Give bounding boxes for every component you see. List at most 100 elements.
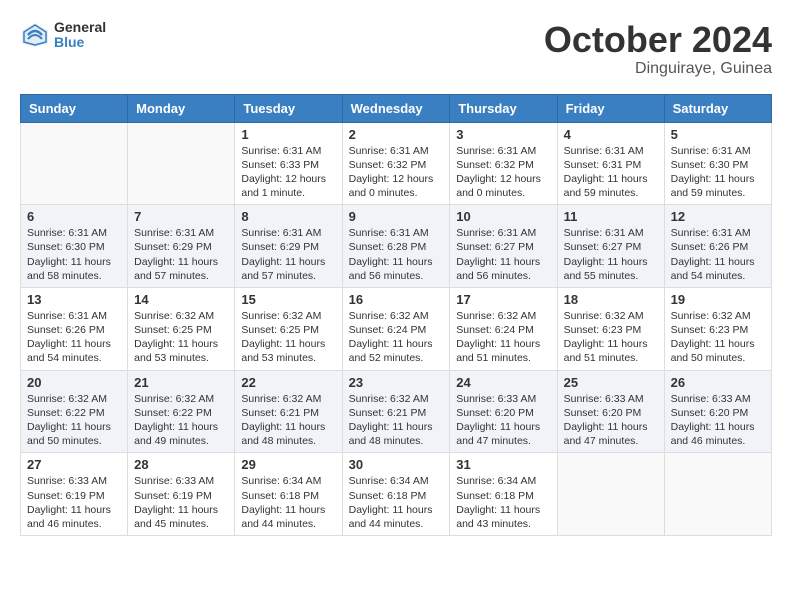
day-number: 11 [564, 209, 658, 224]
cell-text: Sunrise: 6:32 AM Sunset: 6:25 PM Dayligh… [134, 309, 228, 366]
day-number: 7 [134, 209, 228, 224]
logo-line2: Blue [54, 35, 106, 50]
cell-text: Sunrise: 6:34 AM Sunset: 6:18 PM Dayligh… [349, 474, 444, 531]
calendar-cell [557, 453, 664, 536]
cell-text: Sunrise: 6:33 AM Sunset: 6:19 PM Dayligh… [134, 474, 228, 531]
calendar-cell [21, 122, 128, 205]
cell-text: Sunrise: 6:31 AM Sunset: 6:29 PM Dayligh… [241, 226, 335, 283]
logo-icon [20, 21, 50, 49]
cell-text: Sunrise: 6:32 AM Sunset: 6:21 PM Dayligh… [349, 392, 444, 449]
logo-text: General Blue [54, 20, 106, 51]
day-number: 8 [241, 209, 335, 224]
cell-text: Sunrise: 6:31 AM Sunset: 6:26 PM Dayligh… [27, 309, 121, 366]
weekday-header: Saturday [664, 94, 771, 122]
cell-text: Sunrise: 6:33 AM Sunset: 6:19 PM Dayligh… [27, 474, 121, 531]
logo-line1: General [54, 20, 106, 35]
calendar-cell: 5Sunrise: 6:31 AM Sunset: 6:30 PM Daylig… [664, 122, 771, 205]
calendar-cell: 3 Sunrise: 6:31 AM Sunset: 6:32 PM Daylig… [450, 122, 557, 205]
cell-text: Sunrise: 6:32 AM Sunset: 6:24 PM Dayligh… [456, 309, 550, 366]
calendar-cell [128, 122, 235, 205]
calendar-week-row: 1 Sunrise: 6:31 AM Sunset: 6:33 PM Daylig… [21, 122, 772, 205]
day-number: 5 [671, 127, 765, 142]
calendar-cell: 30 Sunrise: 6:34 AM Sunset: 6:18 PM Dayli… [342, 453, 450, 536]
calendar-week-row: 6 Sunrise: 6:31 AM Sunset: 6:30 PM Daylig… [21, 205, 772, 288]
cell-text: Sunrise: 6:33 AM Sunset: 6:20 PM Dayligh… [671, 392, 765, 449]
weekday-header: Wednesday [342, 94, 450, 122]
calendar-cell: 15 Sunrise: 6:32 AM Sunset: 6:25 PM Dayli… [235, 287, 342, 370]
calendar-cell: 1 Sunrise: 6:31 AM Sunset: 6:33 PM Daylig… [235, 122, 342, 205]
page-header: General Blue October 2024 Dinguiraye, Gu… [20, 20, 772, 78]
calendar-cell: 6 Sunrise: 6:31 AM Sunset: 6:30 PM Daylig… [21, 205, 128, 288]
calendar-cell: 28 Sunrise: 6:33 AM Sunset: 6:19 PM Dayli… [128, 453, 235, 536]
calendar-table: SundayMondayTuesdayWednesdayThursdayFrid… [20, 94, 772, 536]
day-number: 12 [671, 209, 765, 224]
cell-text: Sunrise: 6:32 AM Sunset: 6:22 PM Dayligh… [134, 392, 228, 449]
calendar-cell: 26 Sunrise: 6:33 AM Sunset: 6:20 PM Dayli… [664, 370, 771, 453]
cell-text: Sunrise: 6:31 AM Sunset: 6:31 PM Dayligh… [564, 144, 658, 201]
day-number: 27 [27, 457, 121, 472]
calendar-cell: 12Sunrise: 6:31 AM Sunset: 6:26 PM Dayli… [664, 205, 771, 288]
calendar-cell: 14Sunrise: 6:32 AM Sunset: 6:25 PM Dayli… [128, 287, 235, 370]
cell-text: Sunrise: 6:32 AM Sunset: 6:24 PM Dayligh… [349, 309, 444, 366]
day-number: 24 [456, 375, 550, 390]
cell-text: Sunrise: 6:32 AM Sunset: 6:23 PM Dayligh… [564, 309, 658, 366]
weekday-header: Friday [557, 94, 664, 122]
weekday-header: Thursday [450, 94, 557, 122]
cell-text: Sunrise: 6:31 AM Sunset: 6:32 PM Dayligh… [349, 144, 444, 201]
cell-text: Sunrise: 6:31 AM Sunset: 6:28 PM Dayligh… [349, 226, 444, 283]
calendar-cell: 20Sunrise: 6:32 AM Sunset: 6:22 PM Dayli… [21, 370, 128, 453]
calendar-cell: 10Sunrise: 6:31 AM Sunset: 6:27 PM Dayli… [450, 205, 557, 288]
calendar-cell: 4 Sunrise: 6:31 AM Sunset: 6:31 PM Daylig… [557, 122, 664, 205]
calendar-cell: 7 Sunrise: 6:31 AM Sunset: 6:29 PM Daylig… [128, 205, 235, 288]
day-number: 6 [27, 209, 121, 224]
cell-text: Sunrise: 6:32 AM Sunset: 6:25 PM Dayligh… [241, 309, 335, 366]
day-number: 28 [134, 457, 228, 472]
calendar-cell: 25 Sunrise: 6:33 AM Sunset: 6:20 PM Dayli… [557, 370, 664, 453]
calendar-cell: 21 Sunrise: 6:32 AM Sunset: 6:22 PM Dayli… [128, 370, 235, 453]
day-number: 16 [349, 292, 444, 307]
day-number: 2 [349, 127, 444, 142]
location: Dinguiraye, Guinea [544, 60, 772, 78]
weekday-header: Monday [128, 94, 235, 122]
day-number: 10 [456, 209, 550, 224]
day-number: 23 [349, 375, 444, 390]
calendar-cell [664, 453, 771, 536]
cell-text: Sunrise: 6:34 AM Sunset: 6:18 PM Dayligh… [456, 474, 550, 531]
day-number: 21 [134, 375, 228, 390]
cell-text: Sunrise: 6:31 AM Sunset: 6:30 PM Dayligh… [27, 226, 121, 283]
day-number: 19 [671, 292, 765, 307]
cell-text: Sunrise: 6:33 AM Sunset: 6:20 PM Dayligh… [564, 392, 658, 449]
day-number: 25 [564, 375, 658, 390]
calendar-cell: 29Sunrise: 6:34 AM Sunset: 6:18 PM Dayli… [235, 453, 342, 536]
cell-text: Sunrise: 6:31 AM Sunset: 6:27 PM Dayligh… [564, 226, 658, 283]
calendar-week-row: 20 Sunrise: 6:32 AM Sunset: 6:22 PM Dayli… [21, 370, 772, 453]
day-number: 17 [456, 292, 550, 307]
cell-text: Sunrise: 6:34 AM Sunset: 6:18 PM Dayligh… [241, 474, 335, 531]
day-number: 31 [456, 457, 550, 472]
cell-text: Sunrise: 6:32 AM Sunset: 6:21 PM Dayligh… [241, 392, 335, 449]
day-number: 9 [349, 209, 444, 224]
calendar-cell: 8 Sunrise: 6:31 AM Sunset: 6:29 PM Daylig… [235, 205, 342, 288]
cell-text: Sunrise: 6:31 AM Sunset: 6:33 PM Dayligh… [241, 144, 335, 201]
cell-text: Sunrise: 6:31 AM Sunset: 6:32 PM Dayligh… [456, 144, 550, 201]
calendar-cell: 2 Sunrise: 6:31 AM Sunset: 6:32 PM Daylig… [342, 122, 450, 205]
day-number: 15 [241, 292, 335, 307]
day-number: 30 [349, 457, 444, 472]
calendar-cell: 24Sunrise: 6:33 AM Sunset: 6:20 PM Dayli… [450, 370, 557, 453]
day-number: 1 [241, 127, 335, 142]
cell-text: Sunrise: 6:31 AM Sunset: 6:29 PM Dayligh… [134, 226, 228, 283]
day-number: 26 [671, 375, 765, 390]
calendar-cell: 17 Sunrise: 6:32 AM Sunset: 6:24 PM Dayli… [450, 287, 557, 370]
calendar-week-row: 13 Sunrise: 6:31 AM Sunset: 6:26 PM Dayli… [21, 287, 772, 370]
weekday-header: Tuesday [235, 94, 342, 122]
day-number: 18 [564, 292, 658, 307]
day-number: 4 [564, 127, 658, 142]
calendar-cell: 11 Sunrise: 6:31 AM Sunset: 6:27 PM Dayli… [557, 205, 664, 288]
day-number: 22 [241, 375, 335, 390]
day-number: 13 [27, 292, 121, 307]
day-number: 20 [27, 375, 121, 390]
month-title: October 2024 [544, 20, 772, 60]
weekday-header: Sunday [21, 94, 128, 122]
day-number: 3 [456, 127, 550, 142]
title-section: October 2024 Dinguiraye, Guinea [544, 20, 772, 78]
